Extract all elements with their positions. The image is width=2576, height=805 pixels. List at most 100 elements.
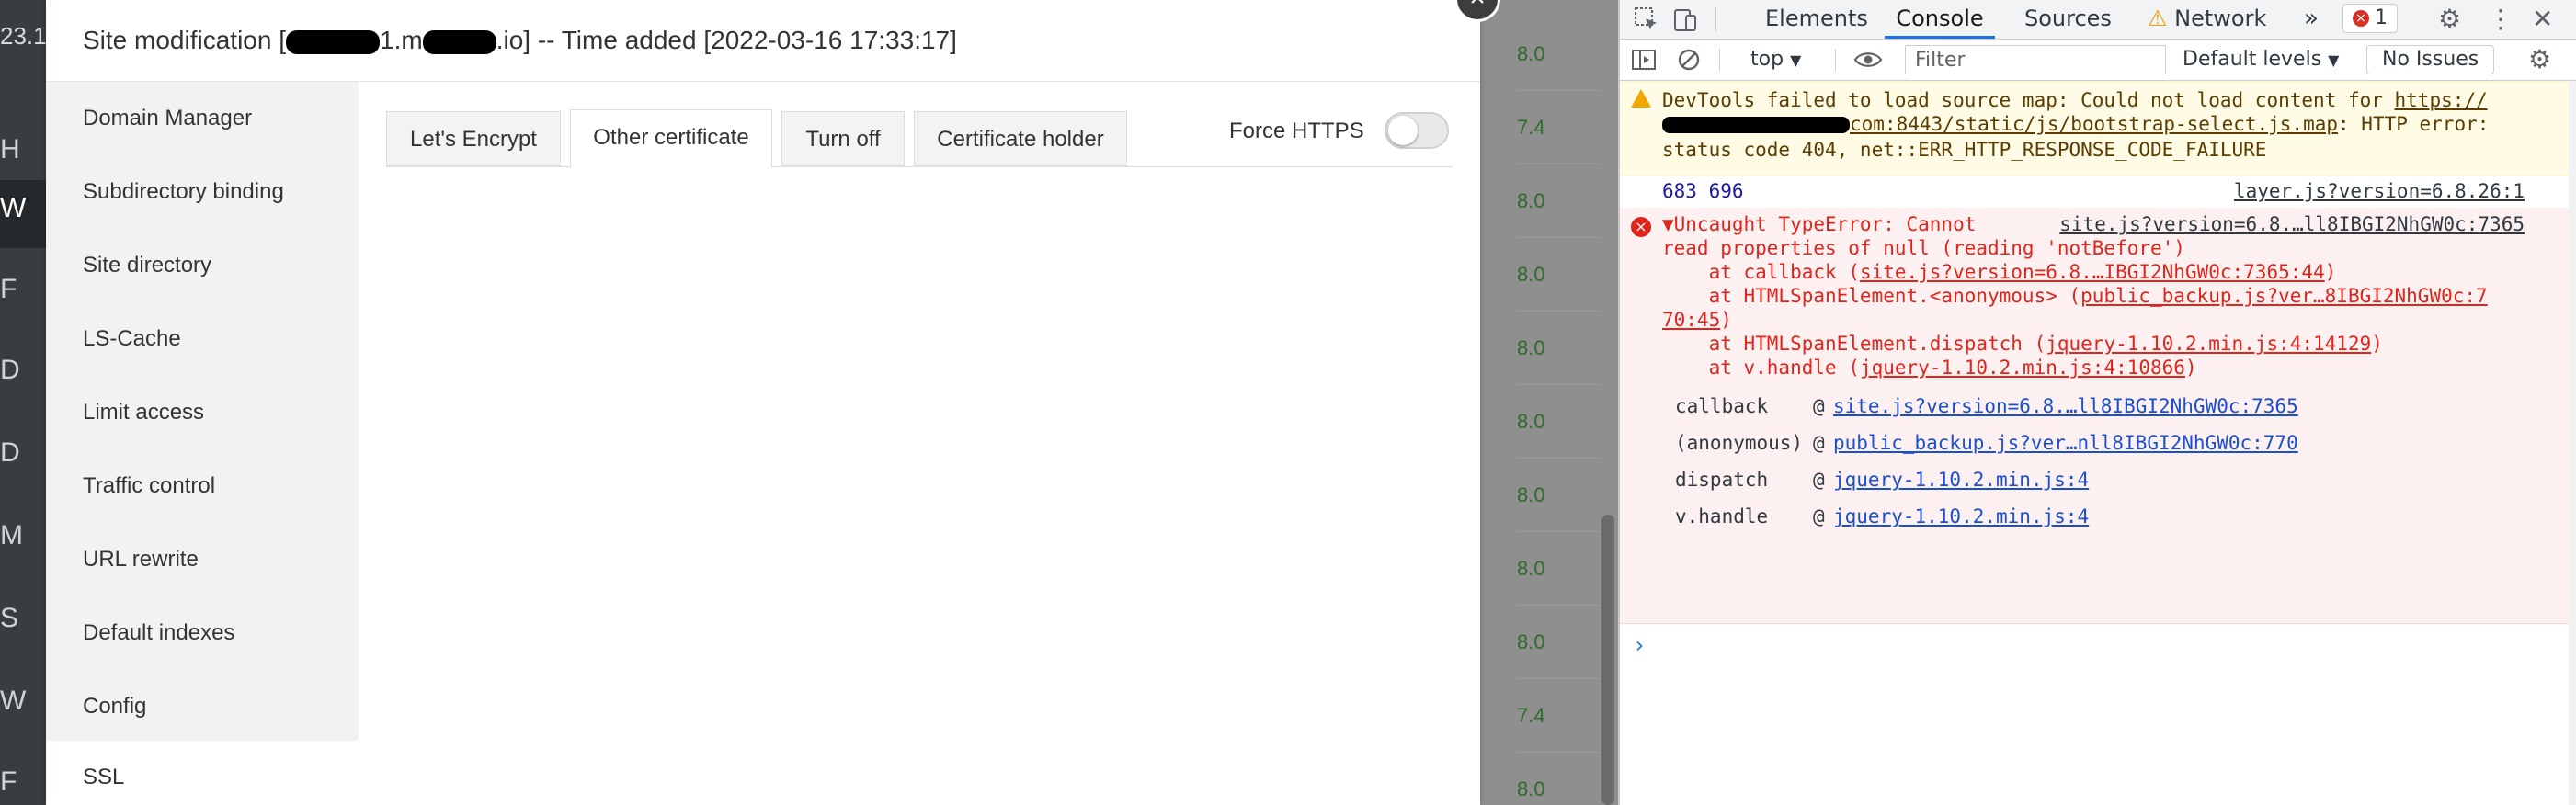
chevron-down-icon: ▼	[2328, 51, 2340, 69]
sidebar-toggle-icon[interactable]	[1631, 40, 1657, 83]
toolbar-separator	[1835, 49, 1836, 71]
nav-item-ssl[interactable]: SSL	[83, 765, 124, 790]
warning-line-1: DevTools failed to load source map: Coul…	[1662, 89, 2488, 111]
console-scrollbar[interactable]	[2569, 81, 2576, 805]
tab-network[interactable]: ⚠ Network	[2148, 0, 2266, 39]
background-number: 8.0	[1517, 336, 1545, 359]
trace-text: )	[1720, 309, 1732, 331]
stack-frame-at: @	[1813, 469, 1825, 491]
tab-other-certificate[interactable]: Other certificate	[570, 109, 772, 168]
filter-input[interactable]	[1905, 45, 2166, 74]
nav-item-default-indexes[interactable]: Default indexes	[83, 620, 234, 646]
background-sidebar-item[interactable]: D	[0, 437, 46, 469]
trace-text: )	[2184, 357, 2197, 379]
error-circle-icon: ×	[1631, 217, 1651, 237]
toggle-knob	[1388, 116, 1418, 145]
gear-icon[interactable]: ⚙	[2438, 0, 2461, 39]
trace-link[interactable]: site.js?version=6.8.…IBGI2NhGW0c:7365:44	[1860, 261, 2325, 283]
issues-button[interactable]: No Issues	[2366, 45, 2495, 74]
network-warning-icon: ⚠	[2148, 6, 2168, 31]
nav-item-traffic-control[interactable]: Traffic control	[83, 473, 215, 499]
log-source-link[interactable]: layer.js?version=6.8.26:1	[2234, 180, 2525, 202]
devtools-panel: Elements Console Sources ⚠ Network » × 1 …	[1620, 0, 2576, 805]
row-divider	[1517, 752, 1600, 753]
background-number: 7.4	[1517, 116, 1545, 139]
background-sidebar-item-active[interactable]: W	[0, 180, 46, 248]
warning-sourcemap-link[interactable]: com:8443/static/js/bootstrap-select.js.m…	[1850, 113, 2338, 135]
stack-frame-link[interactable]: jquery-1.10.2.min.js:4	[1833, 505, 2089, 527]
error-counter[interactable]: × 1	[2342, 4, 2398, 33]
trace-link[interactable]: jquery-1.10.2.min.js:4:10866	[1860, 357, 2185, 379]
ssl-panel: Let's Encrypt Other certificate Turn off…	[359, 82, 1480, 805]
console-filter-bar: top ▼ Default levels ▼ No Issues ⚙	[1620, 40, 2576, 81]
console-warning-message: DevTools failed to load source map: Coul…	[1620, 81, 2576, 176]
tab-lets-encrypt[interactable]: Let's Encrypt	[386, 111, 561, 166]
nav-item-ssl-active[interactable]: SSL	[46, 741, 359, 805]
stack-frame-link[interactable]: public_backup.js?ver…nll8IBGI2NhGW0c:770	[1833, 432, 2298, 454]
trace-text: at HTMLSpanElement.<anonymous> (	[1662, 285, 2081, 307]
nav-item-domain-manager[interactable]: Domain Manager	[83, 106, 252, 131]
background-sidebar-item[interactable]: H	[0, 134, 46, 165]
error-count: 1	[2375, 6, 2388, 29]
tab-sources[interactable]: Sources	[2024, 0, 2112, 39]
stack-frame: (anonymous) @ public_backup.js?ver…nll8IBG…	[1675, 432, 2298, 454]
trace-text: )	[2324, 261, 2337, 283]
page-scrollbar-thumb[interactable]	[1601, 515, 1614, 805]
nav-item-url-rewrite[interactable]: URL rewrite	[83, 547, 199, 573]
console-log-message: 683 696 layer.js?version=6.8.26:1	[1620, 175, 2576, 209]
eye-icon[interactable]	[1853, 40, 1883, 82]
background-number: 8.0	[1517, 483, 1545, 506]
inspect-element-icon[interactable]	[1633, 0, 1660, 44]
background-number: 8.0	[1517, 189, 1545, 212]
trace-link[interactable]: jquery-1.10.2.min.js:4:14129	[2046, 333, 2371, 355]
warning-link[interactable]: https://	[2395, 89, 2488, 111]
tab-certificate-holder[interactable]: Certificate holder	[914, 111, 1127, 166]
tab-turn-off[interactable]: Turn off	[781, 111, 905, 166]
background-sidebar-item[interactable]: W	[0, 686, 46, 717]
close-icon[interactable]: ✕	[2532, 0, 2553, 39]
trace-text: at HTMLSpanElement.dispatch (	[1662, 333, 2046, 355]
kebab-menu-icon[interactable]: ⋮	[2488, 0, 2513, 39]
error-line-1[interactable]: ▼Uncaught TypeError: Cannot	[1662, 213, 1976, 235]
more-tabs-icon[interactable]: »	[2304, 0, 2319, 39]
modal-title: Site modification [1.m .io] -- Time added…	[83, 26, 957, 55]
context-selector[interactable]: top ▼	[1750, 40, 1801, 80]
background-sidebar-item[interactable]: F	[0, 274, 46, 305]
background-sidebar-item[interactable]: M	[0, 520, 46, 551]
stack-frame-fn: callback	[1675, 395, 1769, 417]
stack-frame-link[interactable]: site.js?version=6.8.…ll8IBGI2NhGW0c:7365	[1833, 395, 2298, 417]
context-selector-value: top	[1750, 48, 1784, 71]
redaction-mark	[422, 29, 496, 54]
trace-link[interactable]: 70:45	[1662, 309, 1720, 331]
device-toolbar-icon[interactable]	[1671, 0, 1699, 44]
nav-item-config[interactable]: Config	[83, 694, 146, 720]
row-divider	[1517, 384, 1600, 385]
console-settings-gear-icon[interactable]: ⚙	[2528, 40, 2551, 80]
background-number: 8.0	[1517, 630, 1545, 653]
trace-link[interactable]: public_backup.js?ver…8IBGI2NhGW0c:7	[2080, 285, 2488, 307]
stack-frame-link[interactable]: jquery-1.10.2.min.js:4	[1833, 469, 2089, 491]
warning-line-3: status code 404, net::ERR_HTTP_RESPONSE_…	[1662, 139, 2267, 161]
error-source-link[interactable]: site.js?version=6.8.…ll8IBGI2NhGW0c:7365	[2059, 213, 2525, 235]
tab-console[interactable]: Console	[1885, 0, 1995, 39]
nav-item-ls-cache[interactable]: LS-Cache	[83, 326, 181, 352]
modal-title-suffix: .io] -- Time added [2022-03-16 17:33:17]	[496, 26, 957, 54]
error-circle-icon: ×	[2353, 10, 2369, 27]
clear-console-icon[interactable]	[1677, 40, 1701, 84]
nav-item-limit-access[interactable]: Limit access	[83, 400, 204, 425]
background-sidebar: 23.1 H W F D D M S W F	[0, 0, 46, 805]
background-number: 8.0	[1517, 777, 1545, 800]
console-prompt[interactable]: ›	[1633, 632, 1646, 658]
tab-elements[interactable]: Elements	[1765, 0, 1868, 39]
modal-nav: Domain Manager Subdirectory binding Site…	[46, 82, 359, 741]
force-https-toggle[interactable]	[1385, 112, 1449, 149]
modal-header: Site modification [1.m .io] -- Time added…	[46, 0, 1480, 82]
nav-item-subdirectory-binding[interactable]: Subdirectory binding	[83, 179, 284, 205]
stack-frame-fn: dispatch	[1675, 469, 1769, 491]
background-sidebar-item[interactable]: S	[0, 603, 46, 634]
nav-item-site-directory[interactable]: Site directory	[83, 253, 211, 278]
background-sidebar-item[interactable]: D	[0, 355, 46, 386]
background-sidebar-item[interactable]: F	[0, 766, 46, 798]
log-levels-selector[interactable]: Default levels ▼	[2183, 40, 2339, 80]
page-scrollbar[interactable]	[1600, 0, 1618, 805]
